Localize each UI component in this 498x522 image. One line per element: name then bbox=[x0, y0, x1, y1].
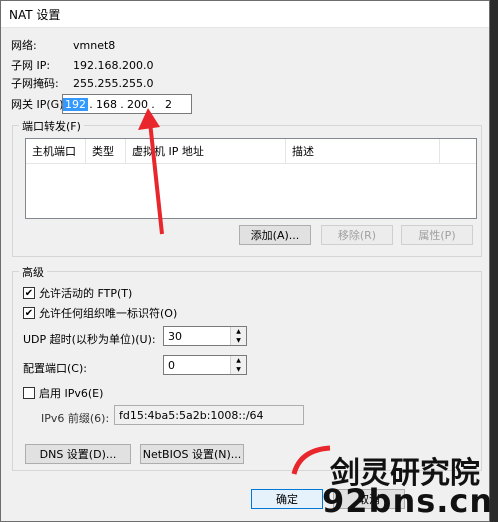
watermark-line2: 92bns.cn bbox=[322, 482, 494, 520]
watermark-logo: 剑灵研究院 92bns.cn bbox=[290, 440, 498, 522]
arrow-shaft bbox=[148, 121, 164, 235]
arrow-head-icon bbox=[138, 108, 160, 130]
